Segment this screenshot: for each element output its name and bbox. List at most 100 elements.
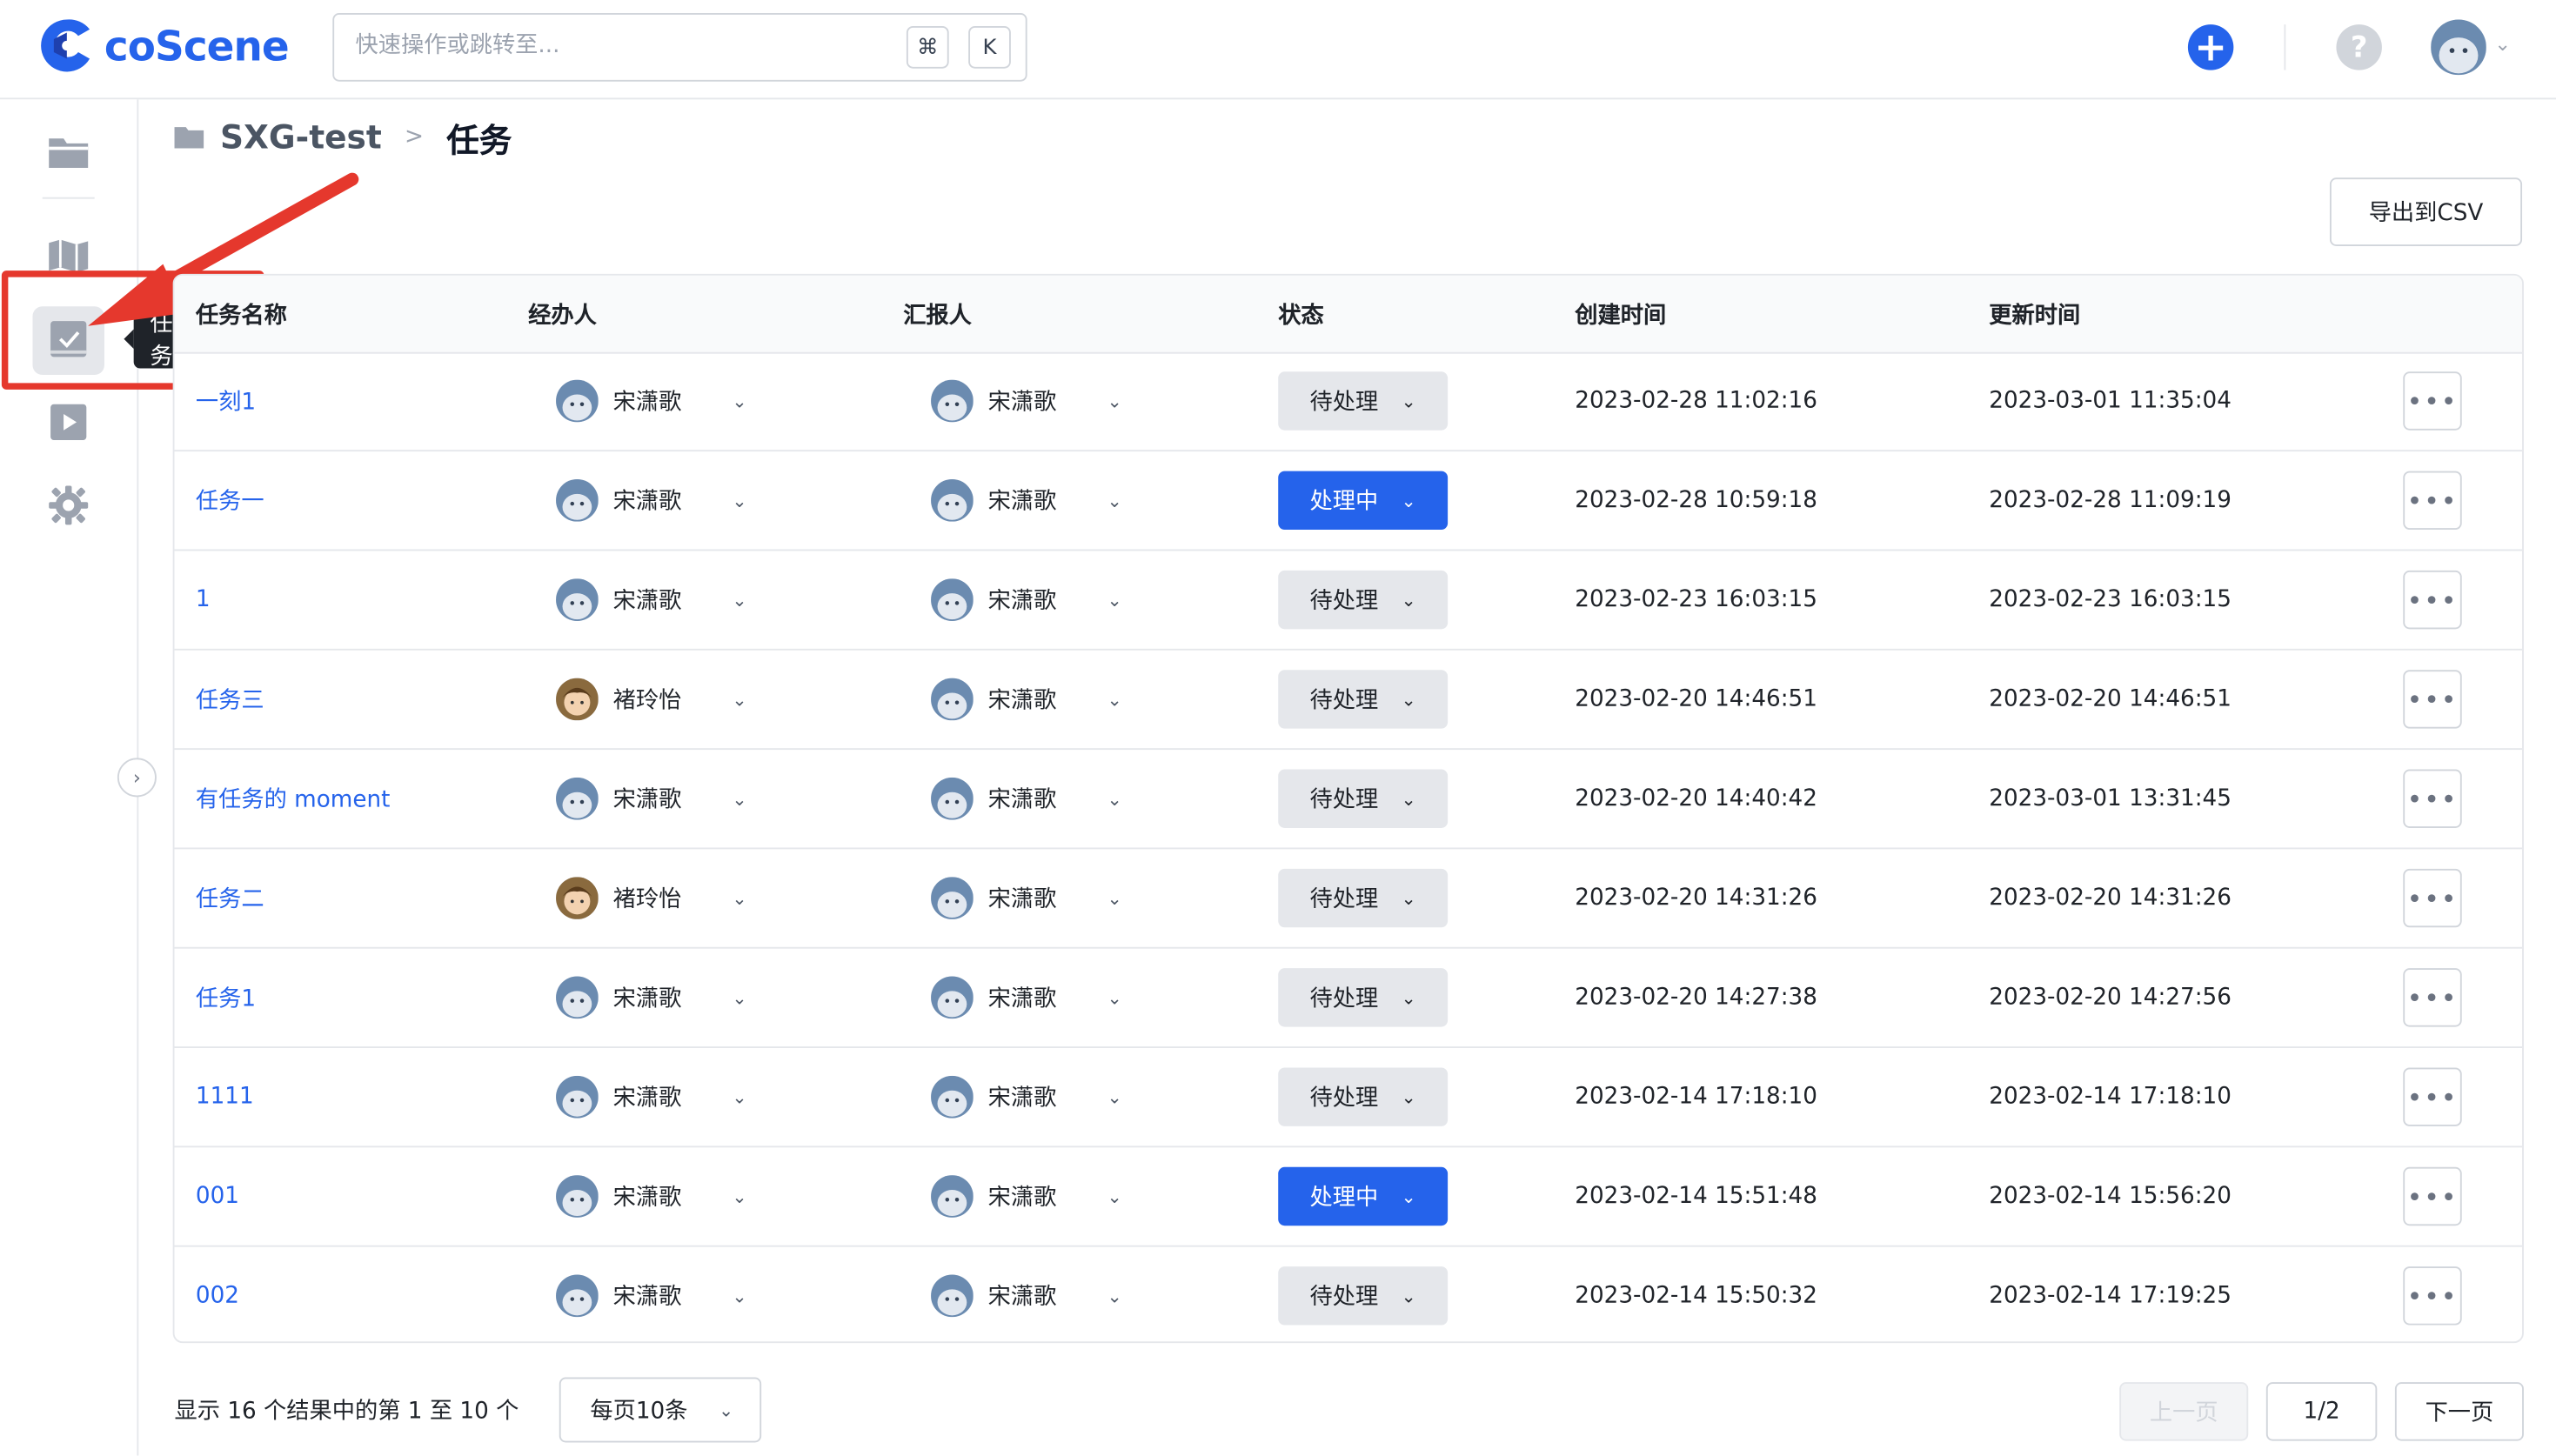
assignee-name: 宋潇歌 xyxy=(612,787,682,814)
task-name-link[interactable]: 任务1 xyxy=(196,981,256,1013)
status-select[interactable]: 待处理 ⌄ xyxy=(1278,570,1449,630)
avatar xyxy=(931,777,974,820)
reporter-name: 宋潇歌 xyxy=(987,985,1057,1012)
user-menu-chevron-icon[interactable]: ⌄ xyxy=(2494,32,2511,55)
assignee-name: 宋潇歌 xyxy=(612,1284,682,1311)
reporter-select[interactable]: 宋潇歌 ⌄ xyxy=(931,976,1122,1019)
more-actions-button[interactable]: ••• xyxy=(2403,868,2462,928)
more-actions-button[interactable]: ••• xyxy=(2403,1166,2462,1226)
task-name-link[interactable]: 002 xyxy=(196,1283,239,1309)
status-select[interactable]: 待处理 ⌄ xyxy=(1278,968,1449,1027)
assignee-select[interactable]: 褚玲怡 ⌄ xyxy=(556,678,747,721)
more-actions-button[interactable]: ••• xyxy=(2403,670,2462,729)
create-button[interactable]: + xyxy=(2187,24,2234,70)
table-row[interactable]: 1111 宋潇歌 ⌄ 宋潇歌 ⌄ 待处理 ⌄ 2023-02-14 17:18:10 2023-… xyxy=(174,1048,2523,1148)
task-name-link[interactable]: 任务二 xyxy=(196,882,264,914)
status-select[interactable]: 处理中 ⌄ xyxy=(1278,1166,1449,1226)
status-select[interactable]: 待处理 ⌄ xyxy=(1278,371,1449,431)
sidebar-item-records[interactable] xyxy=(43,396,95,448)
plus-icon: + xyxy=(2194,24,2227,70)
prev-page-button[interactable]: 上一页 xyxy=(2119,1382,2249,1441)
reporter-select[interactable]: 宋潇歌 ⌄ xyxy=(931,1075,1122,1119)
chevron-down-icon: ⌄ xyxy=(1401,1186,1416,1207)
assignee-select[interactable]: 宋潇歌 ⌄ xyxy=(556,379,747,423)
more-actions-button[interactable]: ••• xyxy=(2403,1266,2462,1326)
next-page-button[interactable]: 下一页 xyxy=(2394,1382,2524,1441)
help-button[interactable]: ? xyxy=(2336,24,2382,70)
avatar xyxy=(556,578,599,621)
assignee-select[interactable]: 褚玲怡 ⌄ xyxy=(556,877,747,919)
reporter-select[interactable]: 宋潇歌 ⌄ xyxy=(931,777,1122,820)
pagination-summary: 显示 16 个结果中的第 1 至 10 个 xyxy=(174,1398,519,1425)
reporter-select[interactable]: 宋潇歌 ⌄ xyxy=(931,1274,1122,1318)
assignee-select[interactable]: 宋潇歌 ⌄ xyxy=(556,578,747,621)
sidebar-expand-button[interactable]: › xyxy=(117,758,157,798)
created-time: 2023-02-20 14:46:51 xyxy=(1575,685,1817,712)
table-row[interactable]: 002 宋潇歌 ⌄ 宋潇歌 ⌄ 待处理 ⌄ 2023-02-14 15:50:32 2023-0… xyxy=(175,1247,2523,1342)
more-actions-button[interactable]: ••• xyxy=(2403,1067,2462,1126)
created-time: 2023-02-14 17:18:10 xyxy=(1575,1084,1817,1111)
status-select[interactable]: 待处理 ⌄ xyxy=(1278,1266,1449,1326)
task-name-link[interactable]: 有任务的 moment xyxy=(196,783,391,815)
reporter-select[interactable]: 宋潇歌 ⌄ xyxy=(931,1175,1122,1218)
reporter-name: 宋潇歌 xyxy=(987,1085,1057,1112)
assignee-name: 宋潇歌 xyxy=(612,489,682,516)
status-select[interactable]: 待处理 ⌄ xyxy=(1278,670,1449,729)
assignee-select[interactable]: 宋潇歌 ⌄ xyxy=(556,777,747,820)
table-row[interactable]: 1 宋潇歌 ⌄ 宋潇歌 ⌄ 待处理 ⌄ 2023-02-23 16:03:15 2023-02-… xyxy=(174,551,2523,651)
avatar xyxy=(931,379,974,423)
chevron-down-icon: ⌄ xyxy=(1107,986,1122,1009)
table-row[interactable]: 001 宋潇歌 ⌄ 宋潇歌 ⌄ 处理中 ⌄ 2023-02-14 15:51:48 2023-0… xyxy=(174,1147,2523,1247)
task-name-link[interactable]: 1 xyxy=(196,587,211,613)
export-csv-button[interactable]: 导出到CSV xyxy=(2329,177,2523,246)
search-box[interactable]: ⌘ K xyxy=(332,12,1027,82)
assignee-select[interactable]: 宋潇歌 ⌄ xyxy=(556,1175,747,1218)
more-actions-button[interactable]: ••• xyxy=(2403,570,2462,630)
status-select[interactable]: 处理中 ⌄ xyxy=(1278,471,1449,531)
table-row[interactable]: 有任务的 moment 宋潇歌 ⌄ 宋潇歌 ⌄ 待处理 ⌄ 2023-02-20 14:40:… xyxy=(174,750,2523,850)
avatar xyxy=(556,1175,599,1218)
created-time: 2023-02-20 14:40:42 xyxy=(1575,785,1817,812)
assignee-select[interactable]: 宋潇歌 ⌄ xyxy=(556,1274,747,1318)
avatar xyxy=(556,777,599,820)
task-name-link[interactable]: 1111 xyxy=(196,1084,254,1110)
more-actions-button[interactable]: ••• xyxy=(2403,769,2462,828)
sidebar-item-settings[interactable] xyxy=(43,479,95,531)
chevron-down-icon: ⌄ xyxy=(732,788,747,810)
reporter-select[interactable]: 宋潇歌 ⌄ xyxy=(931,379,1122,423)
table-row[interactable]: 任务1 宋潇歌 ⌄ 宋潇歌 ⌄ 待处理 ⌄ 2023-02-20 14:27:38 2023-0… xyxy=(174,949,2523,1048)
task-name-link[interactable]: 任务一 xyxy=(196,484,264,517)
status-label: 待处理 xyxy=(1309,1284,1379,1311)
status-select[interactable]: 待处理 ⌄ xyxy=(1278,868,1449,928)
reporter-select[interactable]: 宋潇歌 ⌄ xyxy=(931,578,1122,621)
status-select[interactable]: 待处理 ⌄ xyxy=(1278,1067,1449,1126)
more-actions-button[interactable]: ••• xyxy=(2403,968,2462,1027)
status-label: 处理中 xyxy=(1309,1185,1379,1212)
reporter-select[interactable]: 宋潇歌 ⌄ xyxy=(931,478,1122,522)
assignee-select[interactable]: 宋潇歌 ⌄ xyxy=(556,1075,747,1119)
more-actions-button[interactable]: ••• xyxy=(2403,471,2462,531)
assignee-name: 褚玲怡 xyxy=(612,886,682,913)
more-actions-button[interactable]: ••• xyxy=(2403,371,2462,431)
chevron-down-icon: ⌄ xyxy=(1401,390,1416,412)
table-row[interactable]: 任务三 褚玲怡 ⌄ 宋潇歌 ⌄ 待处理 ⌄ 2023-02-20 14:46:51 2023-0… xyxy=(174,651,2523,751)
updated-time: 2023-03-01 13:31:45 xyxy=(1989,785,2231,812)
brand-logo[interactable]: coScene xyxy=(39,17,290,75)
status-select[interactable]: 待处理 ⌄ xyxy=(1278,769,1449,828)
assignee-select[interactable]: 宋潇歌 ⌄ xyxy=(556,976,747,1019)
table-row[interactable]: 一刻1 宋潇歌 ⌄ 宋潇歌 ⌄ 待处理 ⌄ 2023-02-28 11:02:16 2023-0… xyxy=(174,352,2523,452)
table-row[interactable]: 任务一 宋潇歌 ⌄ 宋潇歌 ⌄ 处理中 ⌄ 2023-02-28 10:59:18 2023-0… xyxy=(174,451,2523,551)
reporter-select[interactable]: 宋潇歌 ⌄ xyxy=(931,678,1122,721)
user-avatar[interactable] xyxy=(2431,19,2486,76)
task-name-link[interactable]: 任务三 xyxy=(196,683,264,715)
search-input[interactable] xyxy=(351,30,880,61)
page-size-select[interactable]: 每页10条 ⌄ xyxy=(559,1377,762,1443)
reporter-select[interactable]: 宋潇歌 ⌄ xyxy=(931,877,1122,919)
task-name-link[interactable]: 一刻1 xyxy=(196,384,256,417)
chevron-down-icon: ⌄ xyxy=(732,688,747,711)
task-name-link[interactable]: 001 xyxy=(196,1184,239,1210)
table-row[interactable]: 任务二 褚玲怡 ⌄ 宋潇歌 ⌄ 待处理 ⌄ 2023-02-20 14:31:26 2023-0… xyxy=(174,849,2523,949)
breadcrumb-project-link[interactable]: SXG-test xyxy=(220,117,382,157)
column-header-name: 任务名称 xyxy=(195,303,287,330)
assignee-select[interactable]: 宋潇歌 ⌄ xyxy=(556,478,747,522)
